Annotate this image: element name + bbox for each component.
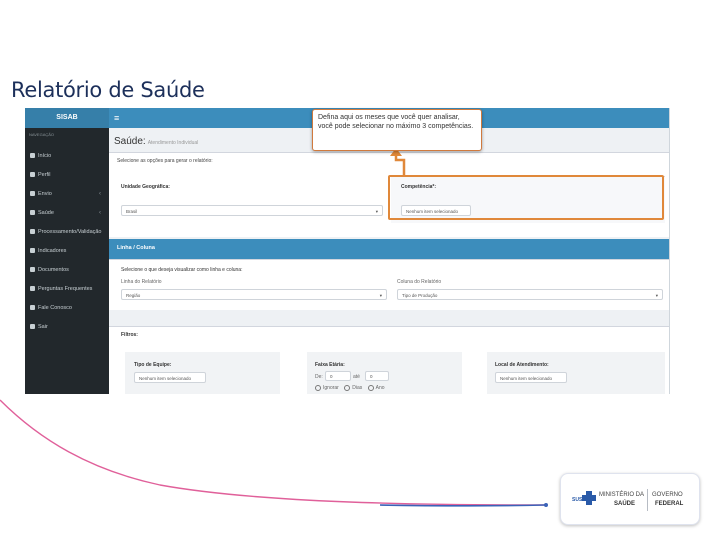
- faixa-options: Ignorar Dias Ano: [315, 385, 385, 391]
- caret-down-icon: ▾: [379, 293, 382, 298]
- slide-title: Relatório de Saúde: [11, 78, 205, 102]
- select-value: Nenhum item selecionado: [500, 376, 553, 381]
- sidebar-item-inicio[interactable]: Início: [25, 146, 109, 165]
- faixa-ate-label: até: [353, 374, 360, 380]
- linha-coluna-header: Linha / Coluna: [109, 239, 669, 259]
- upload-icon: [30, 191, 35, 196]
- filtros-label: Filtros:: [121, 332, 138, 338]
- sidebar-item-documentos[interactable]: Documentos: [25, 260, 109, 279]
- select-value: Região: [126, 293, 141, 298]
- sidebar-item-perguntas[interactable]: Perguntas Frequentes: [25, 279, 109, 298]
- page-title: Saúde: Atendimento Individual: [114, 136, 198, 147]
- tipo-equipe-label: Tipo de Equipe:: [134, 362, 172, 368]
- linha-coluna-intro: Selecione o que deseja visualizar como l…: [121, 267, 243, 273]
- caret-down-icon: ▾: [375, 209, 378, 214]
- sidebar-item-label: Sair: [38, 323, 48, 330]
- coluna-relatorio-select[interactable]: Tipo de Produção ▾: [397, 289, 663, 300]
- filter-icon: [30, 210, 35, 215]
- sidebar-item-perfil[interactable]: Perfil: [25, 165, 109, 184]
- document-icon: [30, 267, 35, 272]
- sidebar-item-label: Processamento/Validação: [38, 228, 102, 235]
- unidade-geografica-label: Unidade Geográfica:: [121, 184, 170, 190]
- local-atendimento-label: Local de Atendimento:: [495, 362, 549, 368]
- sidebar-item-label: Envio: [38, 190, 52, 197]
- faixa-de-input[interactable]: 0: [325, 371, 351, 381]
- intro-text: Selecione as opções para gerar o relatór…: [117, 158, 213, 164]
- faixa-etaria-label: Faixa Etária:: [315, 362, 345, 368]
- power-icon: [30, 324, 35, 329]
- logo-divider: [647, 489, 648, 511]
- sidebar-item-label: Saúde: [38, 209, 54, 216]
- faixa-ate-input[interactable]: 0: [365, 371, 389, 381]
- section-title: Linha / Coluna: [117, 245, 155, 251]
- select-value: Tipo de Produção: [402, 293, 438, 298]
- faixa-de-label: De:: [315, 374, 323, 380]
- radio-icon: [344, 385, 351, 391]
- linha-relatorio-label: Linha do Relatório: [121, 279, 162, 285]
- input-value: 0: [370, 374, 373, 379]
- chevron-left-icon: ‹: [99, 190, 101, 197]
- page-title-text: Saúde:: [114, 136, 146, 147]
- local-atendimento-select[interactable]: Nenhum item selecionado: [495, 372, 567, 383]
- select-value: Brasil: [126, 209, 138, 214]
- radio-label: Ignorar: [323, 385, 339, 392]
- radio-dias[interactable]: Dias: [344, 385, 362, 391]
- sidebar-item-label: Indicadores: [38, 247, 67, 254]
- sidebar-item-sair[interactable]: Sair: [25, 317, 109, 336]
- caret-down-icon: ▾: [655, 293, 658, 298]
- sidebar-item-processamento[interactable]: Processamento/Validação: [25, 222, 109, 241]
- home-icon: [30, 153, 35, 158]
- sidebar-nav: Início Perfil Envio ‹ Saúde ‹ Processament…: [25, 146, 109, 336]
- sidebar-item-indicadores[interactable]: Indicadores: [25, 241, 109, 260]
- faq-icon: [30, 286, 35, 291]
- sidebar-item-fale-conosco[interactable]: Fale Conosco: [25, 298, 109, 317]
- menu-toggle-icon[interactable]: ≡: [114, 112, 119, 124]
- list-icon: [30, 229, 35, 234]
- page-subtitle: Atendimento Individual: [147, 140, 199, 146]
- sidebar-item-saude[interactable]: Saúde ‹: [25, 203, 109, 222]
- sidebar-item-label: Perguntas Frequentes: [38, 285, 93, 292]
- sidebar: SISAB NAVEGAÇÃO Início Perfil Envio ‹ Saú…: [25, 108, 109, 394]
- instruction-callout: Defina aqui os meses que você quer anali…: [312, 109, 482, 151]
- coluna-relatorio-label: Coluna do Relatório: [397, 279, 442, 285]
- linha-relatorio-select[interactable]: Região ▾: [121, 289, 387, 300]
- sidebar-item-label: Início: [38, 152, 52, 159]
- health-cross-icon: [582, 491, 596, 505]
- tipo-equipe-select[interactable]: Nenhum item selecionado: [134, 372, 206, 383]
- radio-label: Dias: [352, 385, 363, 392]
- governo-line2: FEDERAL: [655, 501, 684, 507]
- ministerio-line2: SAÚDE: [614, 501, 636, 507]
- sidebar-header: NAVEGAÇÃO: [29, 132, 55, 137]
- contact-icon: [30, 305, 35, 310]
- sidebar-item-envio[interactable]: Envio ‹: [25, 184, 109, 203]
- ministerio-line1: MINISTÉRIO DA: [599, 492, 645, 498]
- input-value: 0: [330, 374, 333, 379]
- unidade-geografica-select[interactable]: Brasil ▾: [121, 205, 383, 216]
- ministerio-logo-badge: SUS MINISTÉRIO DA SAÚDE GOVERNO FEDERAL: [560, 473, 700, 525]
- user-icon: [30, 172, 35, 177]
- info-icon: [30, 248, 35, 253]
- radio-icon: [315, 385, 321, 391]
- sidebar-item-label: Perfil: [38, 171, 51, 178]
- brand-logo[interactable]: SISAB: [25, 108, 109, 128]
- governo-line1: GOVERNO: [652, 492, 683, 498]
- radio-icon: [367, 385, 374, 391]
- competencia-highlight-box: [388, 175, 664, 220]
- chevron-left-icon: ‹: [99, 209, 101, 216]
- radio-ano[interactable]: Ano: [367, 385, 385, 392]
- sidebar-item-label: Documentos: [38, 266, 69, 273]
- radio-ignorar[interactable]: Ignorar: [315, 385, 339, 391]
- radio-label: Ano: [375, 385, 385, 392]
- sidebar-item-label: Fale Conosco: [38, 304, 72, 311]
- select-value: Nenhum item selecionado: [139, 376, 192, 381]
